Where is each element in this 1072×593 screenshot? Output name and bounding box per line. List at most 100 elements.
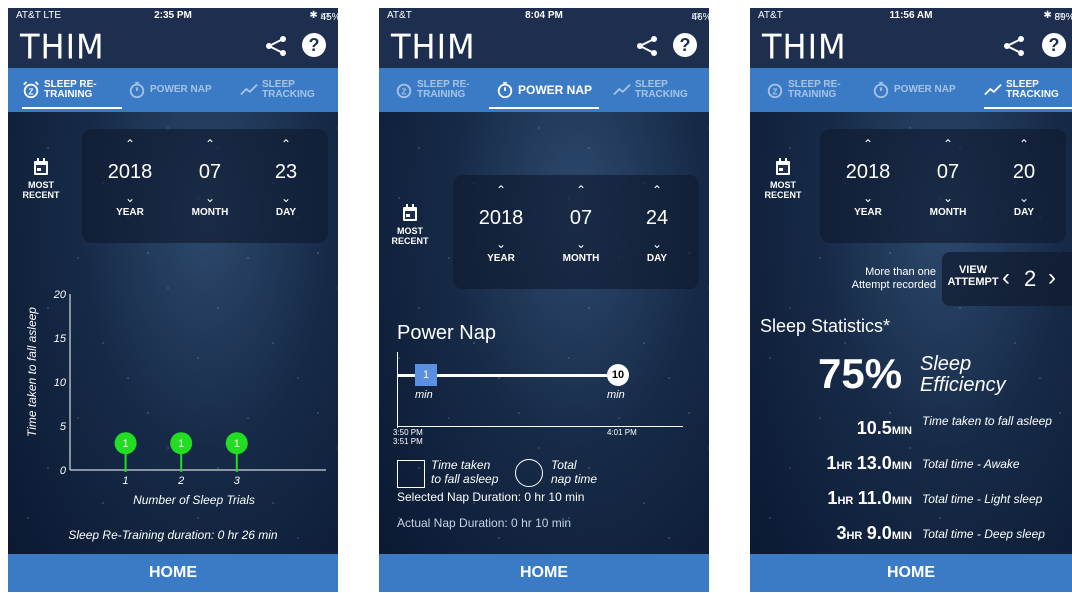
year-up-chevron-icon[interactable]: ⌃ [100, 137, 160, 151]
home-button[interactable]: HOME [379, 554, 709, 592]
stat-label: Total time - Light sleep [922, 492, 1043, 506]
legend-square [397, 460, 425, 488]
trend-icon [984, 83, 1002, 96]
year-label: YEAR [116, 207, 144, 218]
tab-sleep-tracking[interactable]: SLEEP TRACKING [240, 68, 336, 112]
day-value[interactable]: 20 [994, 161, 1054, 185]
selected-nap-duration: Selected Nap Duration: 0 hr 10 min [397, 490, 585, 504]
most-recent-button[interactable]: MOST RECENT [758, 158, 808, 200]
tab-power-nap[interactable]: POWER NAP [128, 68, 228, 112]
help-icon[interactable]: ? [302, 33, 326, 57]
trend-icon [613, 83, 631, 96]
stat-value: 10.5MIN [856, 418, 912, 438]
share-icon[interactable] [264, 34, 288, 58]
svg-text:Z: Z [773, 88, 778, 97]
tab-bar: Z SLEEP RE- TRAINING POWER NAP SLEEP TRACK… [379, 68, 709, 112]
next-attempt-chevron-icon[interactable]: › [1048, 264, 1056, 292]
day-label: DAY [646, 253, 668, 264]
month-value[interactable]: 07 [551, 207, 611, 231]
month-label: MONTH [562, 253, 600, 264]
trend-icon [240, 83, 258, 96]
day-up-chevron-icon[interactable]: ⌃ [994, 137, 1054, 151]
stopwatch-icon [129, 81, 145, 99]
day-value[interactable]: 23 [256, 161, 316, 185]
stat-row: 1HR 13.0MIN Total time - Awake [750, 447, 1072, 481]
y-tick-label: 5 [60, 421, 67, 433]
most-recent-button[interactable]: MOST RECENT [385, 204, 435, 246]
year-up-chevron-icon[interactable]: ⌃ [838, 137, 898, 151]
svg-text:Z: Z [29, 88, 34, 97]
tab-label: POWER NAP [517, 83, 592, 97]
view-attempt-control: VIEW ATTEMPT ‹ 2 › [942, 252, 1072, 306]
month-value[interactable]: 07 [180, 161, 240, 185]
tab-sleep-tracking[interactable]: SLEEP TRACKING [984, 68, 1072, 112]
calendar-icon [403, 204, 417, 221]
tab-sleep-retraining[interactable]: Z SLEEP RE- TRAINING [395, 68, 495, 112]
month-up-chevron-icon[interactable]: ⌃ [180, 137, 240, 151]
home-button[interactable]: HOME [8, 554, 338, 592]
clock-text: 2:35 PM [154, 10, 192, 21]
year-column: ⌃ 2018 ⌄ YEAR [100, 129, 160, 218]
day-value[interactable]: 24 [627, 207, 687, 231]
sleep-efficiency-label: Sleep Efficiency [920, 353, 1006, 396]
share-icon[interactable] [1002, 34, 1026, 58]
year-value[interactable]: 2018 [100, 161, 160, 185]
tab-sleep-tracking[interactable]: SLEEP TRACKING [613, 68, 709, 112]
app-header: THIM ? [379, 24, 709, 68]
app-logo: THIM [391, 27, 476, 67]
day-up-chevron-icon[interactable]: ⌃ [627, 183, 687, 197]
app-logo: THIM [20, 27, 105, 67]
tab-power-nap[interactable]: POWER NAP [872, 68, 972, 112]
month-up-chevron-icon[interactable]: ⌃ [918, 137, 978, 151]
help-icon[interactable]: ? [673, 33, 697, 57]
month-down-chevron-icon[interactable]: ⌄ [180, 191, 240, 205]
tab-label: TRAINING [417, 89, 466, 100]
sleep-efficiency-value: 75% [818, 350, 903, 397]
nap-total-marker[interactable]: 10 [607, 364, 629, 386]
month-up-chevron-icon[interactable]: ⌃ [551, 183, 611, 197]
battery-text: ✱ 89% ▭ [1043, 10, 1072, 23]
month-down-chevron-icon[interactable]: ⌄ [918, 191, 978, 205]
date-picker: ⌃ 2018 ⌄ YEAR ⌃ 07 ⌄ MONTH ⌃ 24 ⌄ DAY [453, 175, 699, 289]
year-down-chevron-icon[interactable]: ⌄ [838, 191, 898, 205]
day-down-chevron-icon[interactable]: ⌄ [627, 237, 687, 251]
home-button[interactable]: HOME [750, 554, 1072, 592]
tab-power-nap[interactable]: POWER NAP [489, 68, 599, 112]
day-down-chevron-icon[interactable]: ⌄ [256, 191, 316, 205]
stat-value: 1HR 13.0MIN [826, 453, 912, 473]
month-column: ⌃ 07 ⌄ MONTH [918, 129, 978, 218]
year-value[interactable]: 2018 [838, 161, 898, 185]
y-tick-label: 15 [54, 333, 67, 345]
most-recent-button[interactable]: MOST RECENT [16, 158, 66, 200]
nap-timeline: 1 10 min min [395, 352, 695, 432]
legend-square-label: Time taken to fall asleep [431, 458, 499, 486]
month-value[interactable]: 07 [918, 161, 978, 185]
fall-asleep-marker[interactable]: 1 [415, 364, 437, 386]
stat-label: Time taken to fall asleep [922, 414, 1052, 428]
month-label: MONTH [929, 207, 967, 218]
x-tick-label: 3 [234, 475, 241, 487]
year-down-chevron-icon[interactable]: ⌄ [100, 191, 160, 205]
alarm-clock-icon: Z [396, 83, 412, 99]
year-label: YEAR [487, 253, 515, 264]
tab-sleep-retraining[interactable]: Z SLEEP RE- TRAINING [22, 68, 122, 112]
app-header: THIM ? [750, 24, 1072, 68]
month-down-chevron-icon[interactable]: ⌄ [551, 237, 611, 251]
month-label: MONTH [191, 207, 229, 218]
attempt-number: 2 [1024, 266, 1037, 291]
prev-attempt-chevron-icon[interactable]: ‹ [1002, 264, 1010, 292]
x-tick-label: 2 [177, 475, 184, 487]
day-column: ⌃ 23 ⌄ DAY [256, 129, 316, 218]
share-icon[interactable] [635, 34, 659, 58]
app-header: THIM ? [8, 24, 338, 68]
day-up-chevron-icon[interactable]: ⌃ [256, 137, 316, 151]
year-up-chevron-icon[interactable]: ⌃ [471, 183, 531, 197]
tab-sleep-retraining[interactable]: Z SLEEP RE- TRAINING [766, 68, 866, 112]
y-axis-label: Time taken to fall asleep [25, 307, 39, 437]
day-down-chevron-icon[interactable]: ⌄ [994, 191, 1054, 205]
tab-label: TRACKING [1006, 89, 1059, 100]
timeline-base [397, 426, 683, 427]
year-value[interactable]: 2018 [471, 207, 531, 231]
help-icon[interactable]: ? [1042, 33, 1066, 57]
year-down-chevron-icon[interactable]: ⌄ [471, 237, 531, 251]
